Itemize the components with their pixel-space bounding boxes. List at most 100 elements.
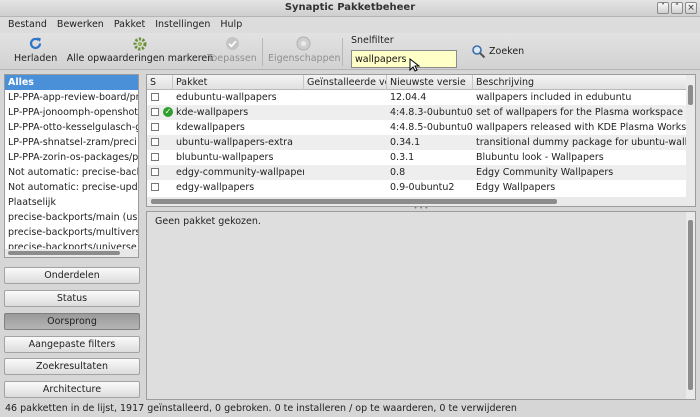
filter-onderdelen-button[interactable]: Onderdelen	[4, 267, 140, 284]
col-installed-header[interactable]: Geïnstalleerde versie	[304, 75, 387, 90]
installed-version	[304, 150, 387, 165]
apply-button[interactable]: Toepassen	[206, 35, 258, 68]
installed-version	[304, 180, 387, 195]
upgrade-gear-icon	[133, 37, 147, 51]
row-checkbox[interactable]	[151, 153, 159, 161]
source-item[interactable]: Plaatselijk	[5, 195, 138, 210]
description: wallpapers included in edubuntu	[476, 92, 632, 103]
row-checkbox[interactable]	[151, 183, 159, 191]
toolbar: Herladen Alle opwaarderingen markeren To…	[0, 33, 700, 70]
reload-label: Herladen	[14, 53, 58, 64]
filter-architecture-button[interactable]: Architecture	[4, 381, 140, 398]
table-row[interactable]: ubuntu-wallpapers-extra 0.34.1 transitio…	[147, 135, 687, 150]
mark-all-upgrades-button[interactable]: Alle opwaarderingen markeren	[64, 35, 216, 68]
table-row[interactable]: blubuntu-wallpapers 0.3.1 Blubuntu look …	[147, 150, 687, 165]
source-list: Alles LP-PPA-app-review-board/pr LP-PPA-…	[4, 74, 139, 258]
source-item[interactable]: Not automatic: precise-upda	[5, 180, 138, 195]
col-status-header[interactable]: S	[147, 75, 173, 90]
installed-version	[304, 120, 387, 135]
mouse-cursor-icon	[409, 58, 420, 72]
table-vertical-scrollbar[interactable]	[686, 75, 695, 206]
quickfilter-label: Snelfilter	[351, 35, 394, 46]
menu-bar: Bestand Bewerken Pakket Instellingen Hul…	[0, 17, 700, 33]
source-list-scrollbar[interactable]	[5, 249, 138, 257]
latest-version: 12.04.4	[390, 92, 427, 103]
details-vertical-scrollbar[interactable]	[686, 212, 695, 399]
table-row[interactable]: edubuntu-wallpapers 12.04.4 wallpapers i…	[147, 90, 687, 105]
source-item-alles[interactable]: Alles	[5, 75, 138, 90]
description: transitional dummy package for ubuntu-wa…	[476, 137, 687, 148]
menu-bestand[interactable]: Bestand	[3, 17, 52, 33]
source-item[interactable]: LP-PPA-jonoomph-openshot-	[5, 105, 138, 120]
installed-check-icon: ✓	[163, 107, 173, 117]
source-item[interactable]: LP-PPA-zorin-os-packages/p	[5, 150, 138, 165]
latest-version: 4:4.8.5-0ubuntu0.1	[390, 122, 473, 133]
table-row[interactable]: kdewallpapers 4:4.8.5-0ubuntu0.1 wallpap…	[147, 120, 687, 135]
table-header: S Pakket Geïnstalleerde versie Nieuwste …	[147, 75, 687, 90]
col-package-header[interactable]: Pakket	[173, 75, 304, 90]
col-description-header[interactable]: Beschrijving	[473, 75, 687, 90]
toolbar-separator	[342, 38, 343, 66]
latest-version: 0.3.1	[390, 152, 415, 163]
close-button[interactable]: ×	[685, 2, 697, 14]
window-title: Synaptic Pakketbeheer	[284, 2, 416, 13]
search-icon	[472, 44, 486, 58]
search-label: Zoeken	[489, 45, 525, 57]
quickfilter-input[interactable]	[351, 50, 457, 68]
source-item[interactable]: Not automatic: precise-back	[5, 165, 138, 180]
latest-version: 4:4.8.3-0ubuntu0.1	[390, 107, 473, 118]
row-checkbox[interactable]	[151, 138, 159, 146]
menu-hulp[interactable]: Hulp	[215, 17, 247, 33]
package-table: S Pakket Geïnstalleerde versie Nieuwste …	[146, 74, 696, 207]
row-checkbox[interactable]	[151, 93, 159, 101]
source-item[interactable]: LP-PPA-otto-kesselgulasch-g	[5, 120, 138, 135]
filter-status-button[interactable]: Status	[4, 290, 140, 307]
source-item[interactable]: precise-backports/main (us.a	[5, 210, 138, 225]
scrollbar-thumb[interactable]	[688, 220, 693, 390]
properties-icon	[296, 36, 310, 51]
source-item[interactable]: LP-PPA-app-review-board/pr	[5, 90, 138, 105]
table-row[interactable]: edgy-wallpapers 0.9-0ubuntu2 Edgy Wallpa…	[147, 180, 687, 195]
description: set of wallpapers for the Plasma workspa…	[476, 107, 683, 118]
filter-search-results-button[interactable]: Zoekresultaten	[4, 358, 140, 375]
scrollbar-thumb[interactable]	[688, 85, 693, 105]
maximize-button[interactable]: ˄	[671, 2, 683, 14]
table-row[interactable]: ✓ kde-wallpapers 4:4.8.3-0ubuntu0.1 set …	[147, 105, 687, 120]
apply-check-icon	[225, 37, 239, 50]
search-button[interactable]: Zoeken	[471, 43, 524, 59]
menu-instellingen[interactable]: Instellingen	[150, 17, 215, 33]
row-checkbox[interactable]	[151, 108, 159, 116]
description: wallpapers released with KDE Plasma Work…	[476, 122, 687, 133]
menu-pakket[interactable]: Pakket	[109, 17, 150, 33]
col-latest-header[interactable]: Nieuwste versie	[387, 75, 473, 90]
filter-custom-button[interactable]: Aangepaste filters	[4, 336, 140, 353]
filter-oorsprong-button[interactable]: Oorsprong	[4, 313, 140, 330]
row-checkbox[interactable]	[151, 168, 159, 176]
latest-version: 0.34.1	[390, 137, 421, 148]
window-controls: ˇ ˄ ×	[657, 2, 697, 14]
package-name: edgy-wallpapers	[176, 182, 255, 193]
status-bar: 46 pakketten in de lijst, 1917 geïnstall…	[5, 403, 517, 414]
menu-bewerken[interactable]: Bewerken	[52, 17, 109, 33]
package-name: edubuntu-wallpapers	[176, 92, 277, 103]
installed-version	[304, 165, 387, 180]
scrollbar-thumb[interactable]	[8, 251, 120, 255]
package-name: blubuntu-wallpapers	[176, 152, 274, 163]
properties-button[interactable]: Eigenschappen	[268, 35, 340, 68]
row-checkbox[interactable]	[151, 123, 159, 131]
table-row[interactable]: edgy-community-wallpapers 0.8 Edgy Commu…	[147, 165, 687, 180]
scrollbar-thumb[interactable]	[151, 199, 557, 204]
description: Edgy Community Wallpapers	[476, 167, 614, 178]
minimize-button[interactable]: ˇ	[657, 2, 669, 14]
package-name: ubuntu-wallpapers-extra	[176, 137, 293, 148]
reload-button[interactable]: Herladen	[14, 35, 58, 68]
apply-label: Toepassen	[207, 53, 257, 64]
title-bar: Synaptic Pakketbeheer ˇ ˄ ×	[0, 0, 700, 17]
latest-version: 0.8	[390, 167, 406, 178]
source-item[interactable]: precise-backports/multivers	[5, 225, 138, 240]
installed-version	[304, 135, 387, 150]
package-name: kdewallpapers	[176, 122, 245, 133]
mark-all-label: Alle opwaarderingen markeren	[66, 53, 214, 64]
latest-version: 0.9-0ubuntu2	[390, 182, 455, 193]
source-item[interactable]: LP-PPA-shnatsel-zram/preci	[5, 135, 138, 150]
